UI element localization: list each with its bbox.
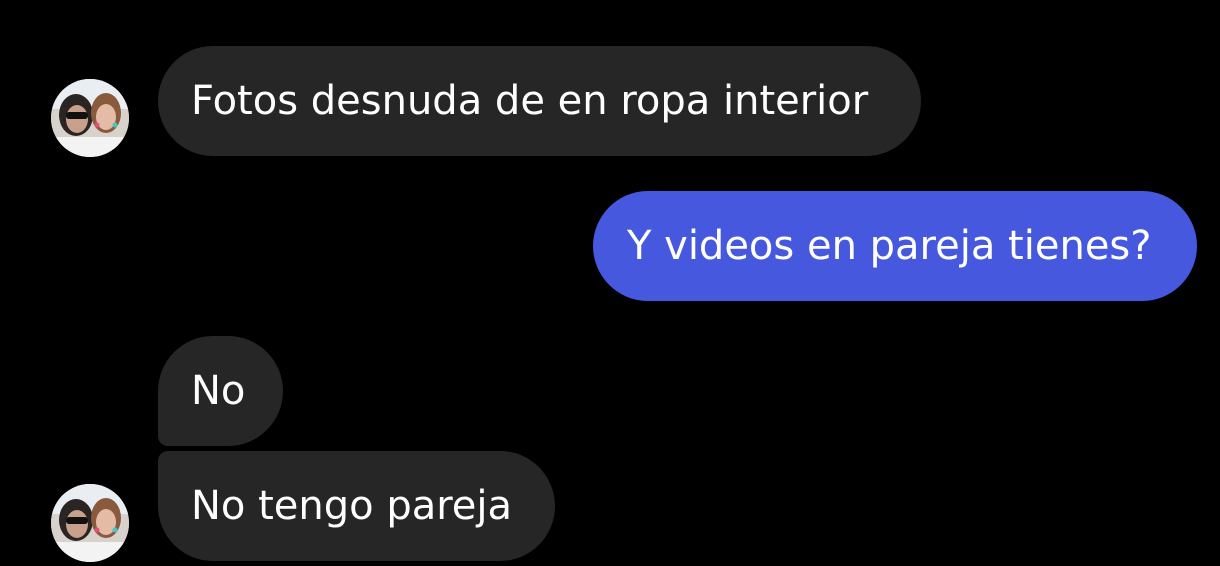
incoming-message-bubble[interactable]: No tengo pareja: [158, 451, 555, 561]
message-text: Fotos desnuda de en ropa interior: [191, 78, 869, 124]
message-text: No: [191, 368, 246, 414]
incoming-message-bubble[interactable]: Fotos desnuda de en ropa interior: [158, 46, 921, 156]
avatar-photo-icon: [51, 79, 129, 157]
outgoing-message-bubble[interactable]: Y videos en pareja tienes?: [593, 191, 1197, 301]
avatar-photo-icon: [51, 484, 129, 562]
contact-avatar[interactable]: [51, 484, 129, 562]
message-text: No tengo pareja: [191, 483, 513, 529]
message-text: Y videos en pareja tienes?: [627, 223, 1152, 269]
incoming-message-bubble[interactable]: No: [158, 336, 283, 446]
contact-avatar[interactable]: [51, 79, 129, 157]
